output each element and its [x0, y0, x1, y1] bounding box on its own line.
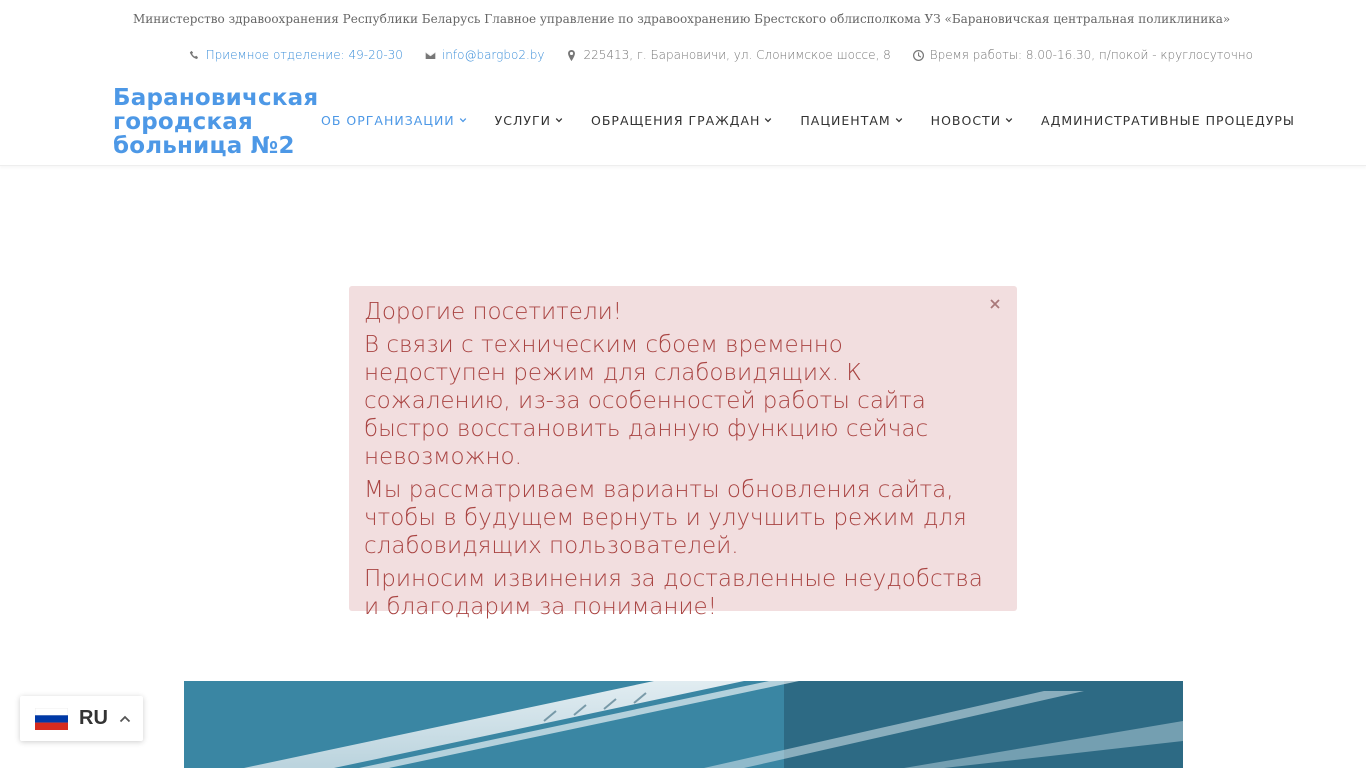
- chevron-down-icon: [459, 118, 466, 123]
- nav-item-services[interactable]: УСЛУГИ: [495, 113, 563, 128]
- site-logo[interactable]: Барановичская городская больница №2: [113, 86, 323, 158]
- map-marker-icon: [568, 49, 576, 61]
- nav-label: ПАЦИЕНТАМ: [800, 112, 891, 128]
- close-icon: [990, 299, 1000, 309]
- address-text: 225413, г. Барановичи, ул. Слонимское шо…: [583, 48, 891, 62]
- main-nav: ОБ ОРГАНИЗАЦИИ УСЛУГИ ОБРАЩЕНИЯ ГРАЖДАН …: [321, 111, 1295, 129]
- alert-paragraph: В связи с техническим сбоем временно нед…: [364, 332, 929, 470]
- nav-label: ОБ ОРГАНИЗАЦИИ: [321, 112, 455, 128]
- clock-icon: [912, 49, 924, 61]
- site-header: Барановичская городская больница №2 ОБ О…: [0, 75, 1366, 166]
- chevron-down-icon: [895, 118, 902, 123]
- hours-text: Время работы: 8.00-16.30, п/покой - круг…: [929, 48, 1253, 62]
- nav-label: АДМИНИСТРАТИВНЫЕ ПРОЦЕДУРЫ: [1041, 112, 1295, 128]
- nav-item-admin-procedures[interactable]: АДМИНИСТРАТИВНЫЕ ПРОЦЕДУРЫ: [1041, 113, 1295, 128]
- logo-line-1: Барановичская: [113, 85, 319, 111]
- alert-paragraph: Приносим извинения за доставленные неудо…: [364, 566, 983, 620]
- nav-label: ОБРАЩЕНИЯ ГРАЖДАН: [591, 112, 761, 128]
- phone-icon: [189, 50, 198, 59]
- envelope-icon: [425, 51, 436, 59]
- nav-item-patients[interactable]: ПАЦИЕНТАМ: [800, 113, 902, 128]
- contact-address: 225413, г. Барановичи, ул. Слонимское шо…: [566, 48, 891, 62]
- hero-image: [184, 681, 1183, 768]
- alert-close-button[interactable]: [987, 296, 1003, 312]
- nav-item-news[interactable]: НОВОСТИ: [931, 113, 1013, 128]
- contact-email: info@bargbo2.by: [425, 48, 545, 62]
- chevron-down-icon: [555, 118, 563, 123]
- contact-phone: Приемное отделение: 49-20-30: [189, 48, 403, 62]
- alert-greeting: Дорогие посетители!: [364, 299, 623, 325]
- nav-label: НОВОСТИ: [930, 112, 1002, 128]
- nav-item-about[interactable]: ОБ ОРГАНИЗАЦИИ: [321, 113, 467, 128]
- language-code: RU: [79, 707, 108, 729]
- medical-syringe-photo: [184, 681, 1183, 768]
- alert-paragraph: Мы рассматриваем варианты обновления сай…: [364, 477, 967, 559]
- nav-label: УСЛУГИ: [494, 112, 552, 128]
- chevron-down-icon: [1005, 118, 1013, 123]
- russia-flag-icon: [35, 707, 68, 730]
- ministry-header-text: Министерство здравоохранения Республики …: [133, 12, 1231, 26]
- chevron-down-icon: [765, 118, 772, 123]
- logo-line-3: больница №2: [113, 133, 295, 159]
- chevron-up-icon: [119, 715, 131, 722]
- contact-bar: Приемное отделение: 49-20-30 info@bargbo…: [189, 46, 1253, 64]
- email-link[interactable]: info@bargbo2.by: [442, 48, 545, 62]
- nav-item-appeals[interactable]: ОБРАЩЕНИЯ ГРАЖДАН: [591, 113, 772, 128]
- language-switcher[interactable]: RU: [20, 696, 143, 741]
- logo-line-2: городская: [113, 109, 253, 135]
- contact-hours: Время работы: 8.00-16.30, п/покой - круг…: [912, 48, 1253, 62]
- phone-link[interactable]: Приемное отделение: 49-20-30: [206, 48, 403, 62]
- notice-alert: Дорогие посетители! В связи с технически…: [349, 286, 1017, 620]
